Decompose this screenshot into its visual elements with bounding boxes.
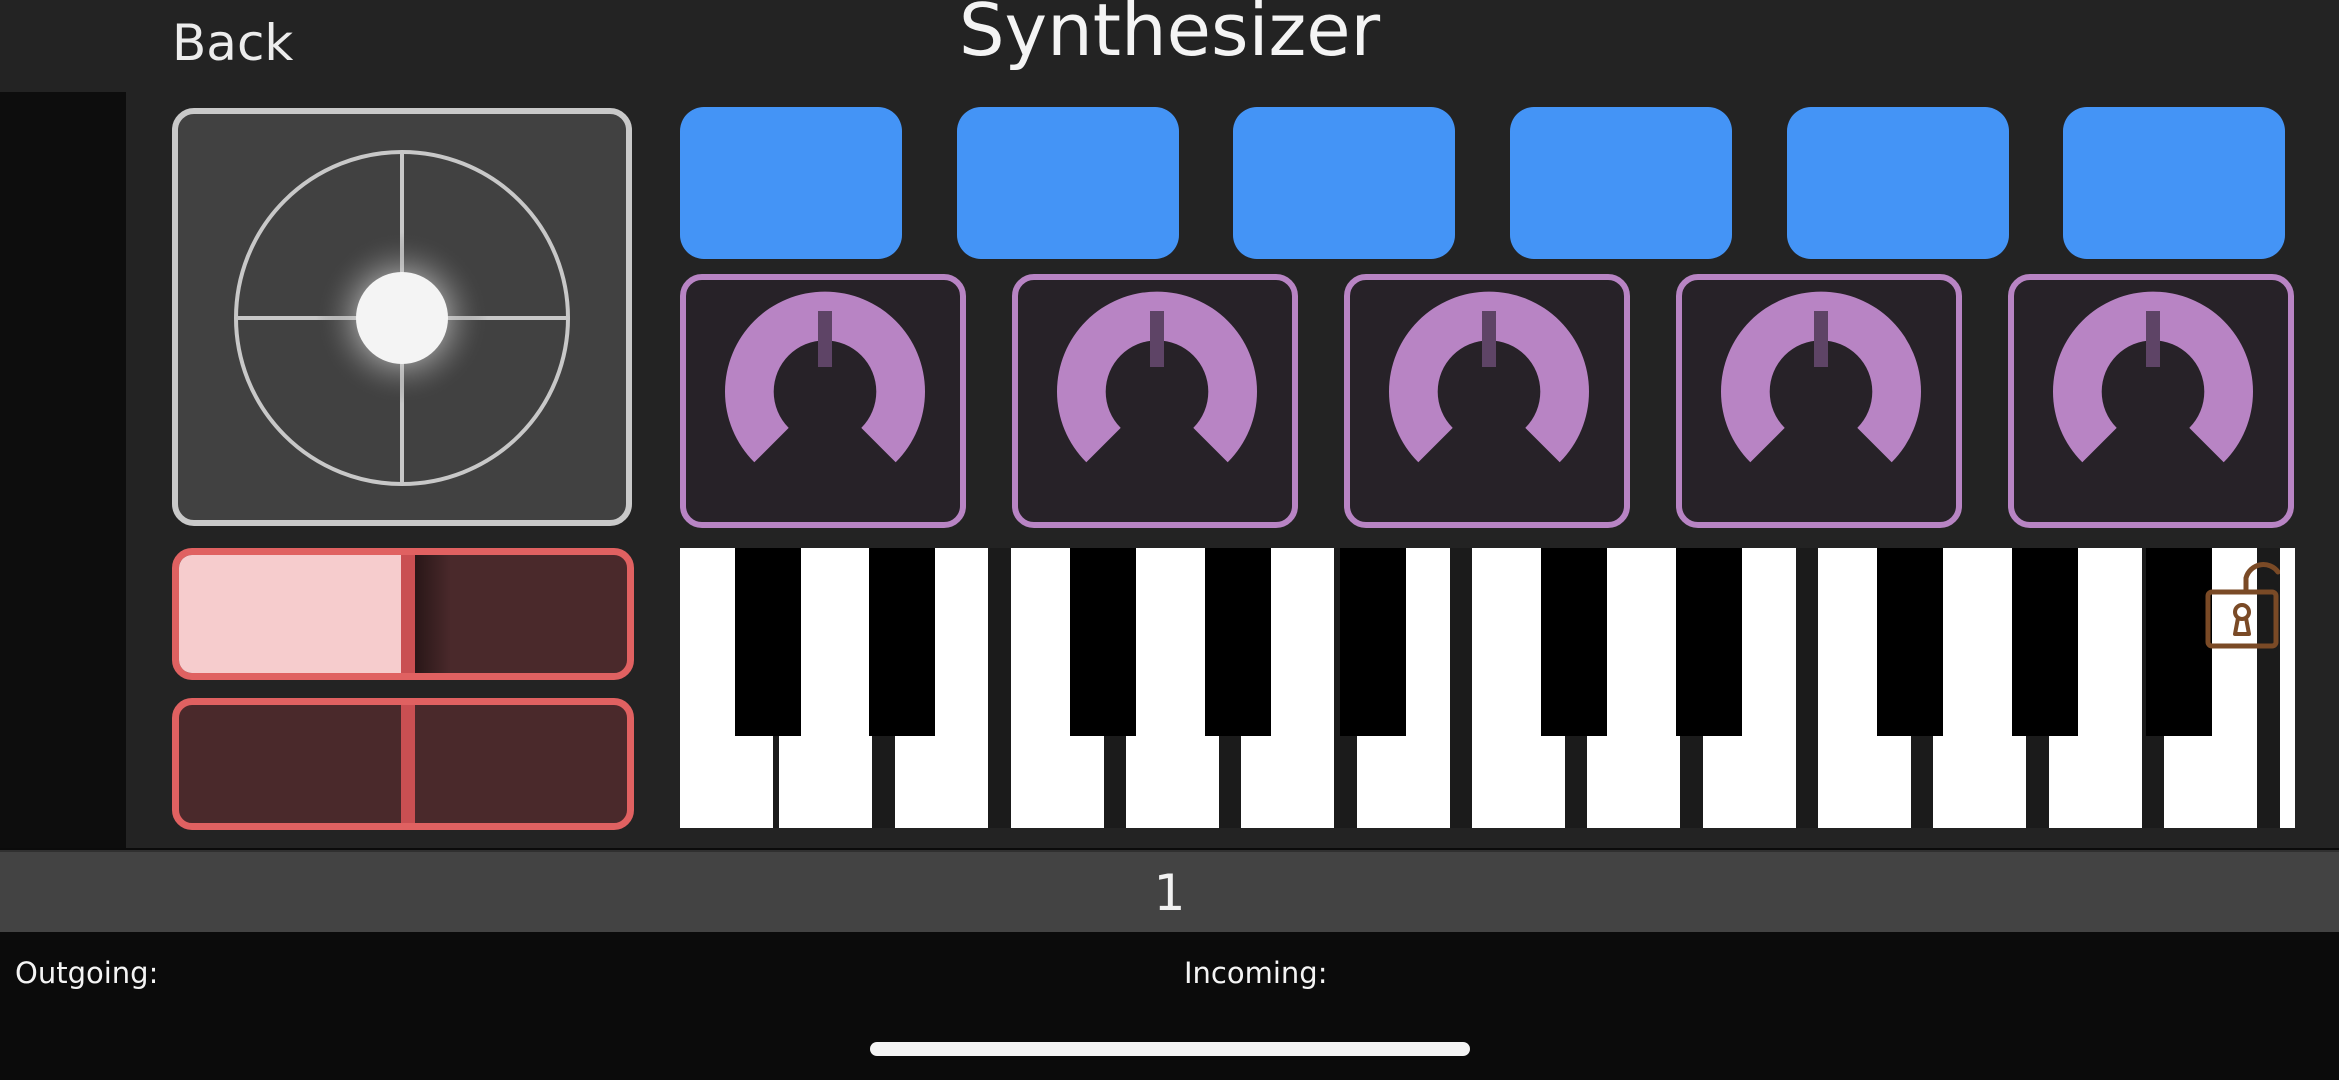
piano-white-key[interactable] [2280,548,2295,828]
slider-shadow [415,555,451,673]
pad-3[interactable] [1233,107,1455,259]
piano-black-key[interactable] [2012,548,2078,736]
knob-dial-icon [2053,291,2253,463]
piano-black-key[interactable] [1676,548,1742,736]
piano-black-key[interactable] [1205,548,1271,736]
pad-2[interactable] [957,107,1179,259]
knob-4[interactable] [1676,274,1962,528]
piano-black-key[interactable] [1070,548,1136,736]
pad-1[interactable] [680,107,902,259]
home-indicator[interactable] [870,1042,1470,1056]
knob-2[interactable] [1012,274,1298,528]
page-title: Synthesizer [958,0,1381,72]
knob-dial-icon [1057,291,1257,463]
xy-pad[interactable] [172,108,632,526]
slider-2[interactable] [172,698,634,830]
pad-4[interactable] [1510,107,1732,259]
slider-handle[interactable] [401,555,415,673]
knob-dial-icon [1389,291,1589,463]
knob-dial-icon [1721,291,1921,463]
knob-dial-icon [725,291,925,463]
crosshair-circle-icon [234,150,570,486]
slider-handle[interactable] [401,705,415,823]
pad-5[interactable] [1787,107,2009,259]
piano-black-key[interactable] [2146,548,2212,736]
piano-black-key[interactable] [869,548,935,736]
piano-black-key[interactable] [1541,548,1607,736]
left-margin [0,92,126,848]
piano-black-key[interactable] [735,548,801,736]
slider-fill [179,555,401,673]
slider-1[interactable] [172,548,634,680]
footer: Outgoing: Incoming: [0,932,2339,1080]
unlock-icon[interactable] [2204,556,2281,656]
incoming-label: Incoming: [1184,956,1328,990]
channel-number: 1 [1153,864,1186,922]
knob-5[interactable] [2008,274,2294,528]
pad-6[interactable] [2063,107,2285,259]
xy-pad-handle [356,272,448,364]
outgoing-label: Outgoing: [15,956,159,990]
knob-1[interactable] [680,274,966,528]
header-bar: Back Synthesizer [0,0,2339,92]
piano-keyboard [680,548,2295,828]
channel-selector[interactable]: 1 [0,850,2339,934]
knob-3[interactable] [1344,274,1630,528]
piano-black-key[interactable] [1877,548,1943,736]
piano-black-key[interactable] [1340,548,1406,736]
